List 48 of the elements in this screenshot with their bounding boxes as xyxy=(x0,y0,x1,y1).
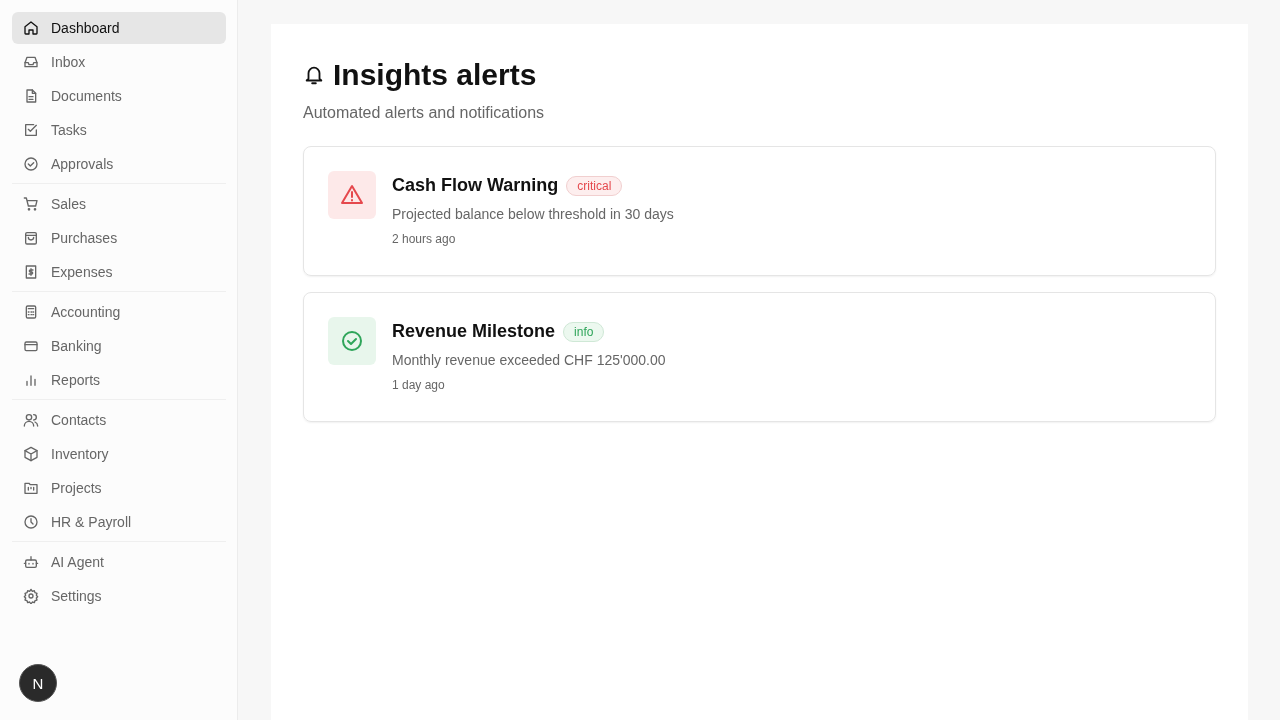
alert-title: Revenue Milestone xyxy=(392,321,556,342)
sidebar-item[interactable]: Tasks xyxy=(12,114,226,146)
cart-icon xyxy=(23,196,39,212)
calculator-icon xyxy=(23,304,39,320)
page-subtitle: Automated alerts and notifications xyxy=(303,104,546,122)
checkbox-icon xyxy=(23,122,39,138)
sidebar-item[interactable]: Banking xyxy=(12,330,226,362)
severity-badge: info xyxy=(563,321,605,342)
sidebar-item[interactable]: Contacts xyxy=(12,404,226,436)
alert-title: Cash Flow Warning xyxy=(392,175,559,196)
page-title: Insights alerts xyxy=(333,58,537,92)
document-icon xyxy=(23,88,39,104)
folder-icon xyxy=(23,480,39,496)
home-icon xyxy=(23,20,39,36)
sidebar-item[interactable]: Inbox xyxy=(12,46,226,78)
bell-icon xyxy=(303,64,325,86)
severity-badge: critical xyxy=(566,175,623,196)
box-icon xyxy=(23,446,39,462)
bar-chart-icon xyxy=(23,372,39,388)
check-circle-icon xyxy=(340,329,364,353)
settings-icon xyxy=(23,588,39,604)
avatar-button[interactable]: N xyxy=(19,664,57,702)
alert-time: 2 hours ago xyxy=(392,232,457,246)
alert-time: 1 day ago xyxy=(392,378,446,392)
sidebar-item[interactable]: Purchases xyxy=(12,222,226,254)
sidebar-item[interactable]: Documents xyxy=(12,80,226,112)
people-icon xyxy=(23,412,39,428)
sidebar-item[interactable]: AI Agent xyxy=(12,546,226,578)
sidebar-item[interactable]: Inventory xyxy=(12,438,226,470)
robot-icon xyxy=(23,554,39,570)
sidebar-item[interactable]: Dashboard xyxy=(12,12,226,44)
card-icon xyxy=(23,338,39,354)
dollar-receipt-icon xyxy=(23,264,39,280)
sidebar-item[interactable]: Accounting xyxy=(12,296,226,328)
check-circle-icon xyxy=(23,156,39,172)
sidebar-item[interactable]: Approvals xyxy=(12,148,226,180)
sidebar-item[interactable]: Sales xyxy=(12,188,226,220)
sidebar-item[interactable]: HR & Payroll xyxy=(12,506,226,538)
clock-icon xyxy=(23,514,39,530)
sidebar-item[interactable]: Reports xyxy=(12,364,226,396)
bag-icon xyxy=(23,230,39,246)
sidebar-item[interactable]: Projects xyxy=(12,472,226,504)
sidebar-item[interactable]: Settings xyxy=(12,580,226,612)
warning-icon xyxy=(340,183,364,207)
alert-message: Projected balance below threshold in 30 days xyxy=(392,206,674,222)
alert-message: Monthly revenue exceeded CHF 125'000.00 xyxy=(392,352,666,368)
sidebar-item[interactable]: Expenses xyxy=(12,256,226,288)
inbox-icon xyxy=(23,54,39,70)
